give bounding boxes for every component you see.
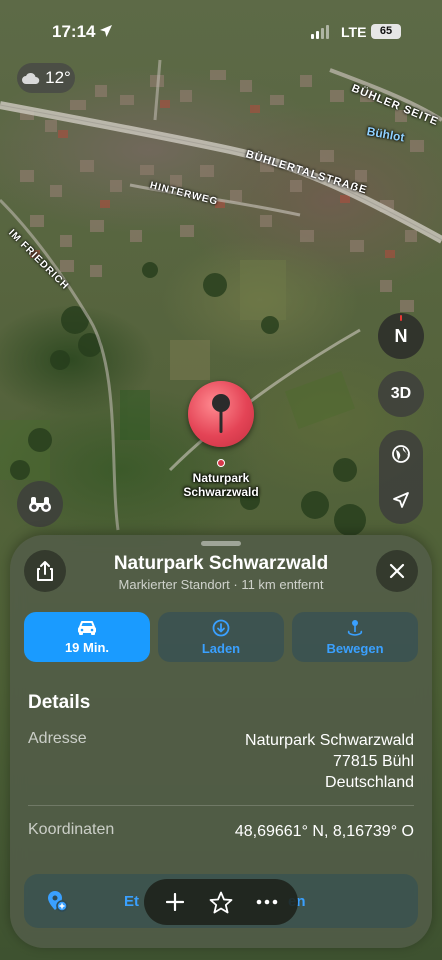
details-divider: [28, 805, 414, 806]
pin-label[interactable]: Naturpark Schwarzwald: [160, 471, 282, 499]
address-line: 77815 Bühl: [333, 753, 414, 770]
weather-chip[interactable]: 12°: [17, 63, 75, 93]
place-title: Naturpark Schwarzwald: [113, 553, 329, 574]
details-heading: Details: [28, 692, 91, 713]
share-button[interactable]: [24, 550, 66, 592]
map-controls-group: [379, 430, 423, 524]
weather-temperature: 12°: [45, 68, 71, 87]
directions-label: 19 Min.: [64, 639, 110, 655]
bottom-toolbar: [144, 879, 298, 925]
download-icon: [212, 619, 230, 636]
more-button[interactable]: [247, 882, 287, 922]
address-line: Deutschland: [325, 774, 414, 791]
view-3d-button[interactable]: 3D: [378, 371, 424, 417]
view-3d-label: 3D: [390, 385, 412, 402]
binoculars-icon: [29, 497, 51, 512]
pin-label-line1: Naturpark: [192, 471, 250, 485]
download-button[interactable]: Laden: [158, 612, 284, 662]
favorite-button[interactable]: [201, 882, 241, 922]
plus-icon: [166, 893, 184, 911]
pin-label-line2: Schwarzwald: [183, 485, 259, 499]
status-bar: 17:14 LTE 65: [0, 0, 442, 62]
sheet-grabber[interactable]: [201, 541, 241, 546]
status-time: 17:14: [52, 22, 96, 41]
add-place-icon: [48, 891, 68, 912]
car-icon: [78, 620, 96, 635]
add-button[interactable]: [155, 882, 195, 922]
cloud-icon: [22, 72, 40, 84]
battery-indicator: 65: [371, 24, 401, 39]
more-icon: [256, 899, 278, 905]
compass-label: N: [394, 325, 408, 346]
close-button[interactable]: [376, 550, 418, 592]
address-value[interactable]: Naturpark Schwarzwald 77815 Bühl Deutsch…: [245, 730, 414, 793]
network-type: LTE: [341, 24, 367, 40]
signal-strength-icon: [311, 25, 329, 39]
address-line: Naturpark Schwarzwald: [245, 732, 414, 749]
close-icon: [389, 563, 405, 579]
compass-north-marker: [400, 315, 402, 321]
directions-button[interactable]: 19 Min.: [24, 612, 150, 662]
coordinates-label: Koordinaten: [28, 821, 115, 838]
map-mode-button[interactable]: [379, 432, 423, 476]
map-pin[interactable]: [188, 381, 254, 447]
download-label: Laden: [201, 640, 241, 656]
place-subtitle: Markierter Standort · 11 km entfernt: [118, 577, 324, 592]
move-pin-label: Bewegen: [326, 640, 384, 656]
pin-needle-icon: [212, 394, 230, 433]
pin-location-dot: [217, 459, 225, 467]
share-icon: [37, 561, 53, 581]
location-arrow-icon: [393, 492, 409, 508]
row-text-start: Et: [124, 892, 139, 910]
move-pin-button[interactable]: Bewegen: [292, 612, 418, 662]
compass-button[interactable]: N: [378, 313, 424, 359]
move-pin-icon: [347, 619, 363, 636]
globe-icon: [392, 445, 410, 463]
current-location-button[interactable]: [379, 478, 423, 522]
action-buttons: 19 Min. Laden Bewegen: [24, 612, 418, 662]
look-around-button[interactable]: [17, 481, 63, 527]
star-icon: [209, 891, 233, 913]
location-arrow-icon: [100, 25, 112, 37]
address-label: Adresse: [28, 730, 87, 747]
coordinates-value[interactable]: 48,69661° N, 8,16739° O: [235, 821, 414, 842]
